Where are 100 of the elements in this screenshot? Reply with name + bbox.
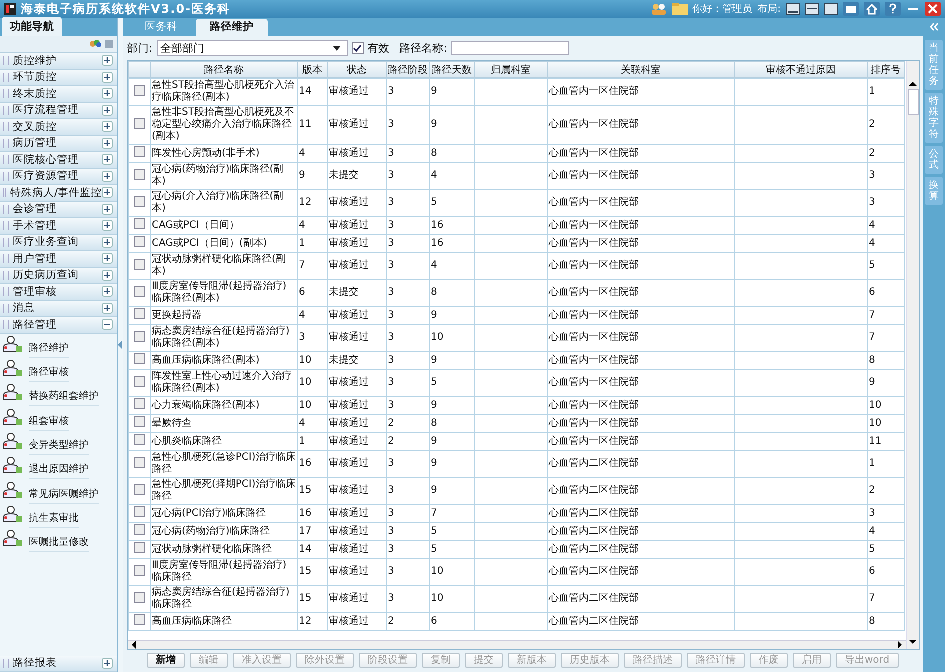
layout-icon[interactable] [805,3,819,15]
column-header[interactable]: 关联科室 [548,62,734,78]
row-checkbox[interactable] [134,84,145,96]
close-icon[interactable] [925,2,941,16]
row-checkbox[interactable] [134,258,145,270]
column-header[interactable]: 版本 [298,62,328,78]
row-checkbox[interactable] [134,196,145,206]
expand-icon[interactable] [102,236,113,248]
expand-icon[interactable] [102,302,113,314]
expand-icon[interactable] [102,55,113,66]
expand-icon[interactable] [102,253,113,264]
row-checkbox[interactable] [134,398,145,409]
sidebar-item[interactable]: 替换药组套维护 [29,389,99,406]
users-icon[interactable] [650,3,667,15]
column-header[interactable]: 路径天数 [430,62,474,78]
sidebar-group[interactable]: 医疗流程管理 [0,102,117,119]
row-checkbox[interactable] [134,564,145,576]
row-checkbox[interactable] [134,146,145,157]
row-checkbox[interactable] [134,416,145,427]
expand-icon[interactable] [102,187,113,198]
expand-icon[interactable] [102,72,113,83]
column-header[interactable]: 状态 [328,62,386,78]
column-header[interactable]: 排序号 [868,62,904,78]
expand-icon[interactable] [102,170,113,182]
layout-icon[interactable] [824,3,838,15]
row-checkbox[interactable] [134,434,145,445]
toolbar-button[interactable]: 新增 [147,652,185,668]
sidebar-group[interactable]: 医院核心管理 [0,152,117,168]
sidebar-group[interactable]: 终末质控 [0,86,117,102]
expand-icon[interactable] [102,220,113,232]
sidebar-group[interactable]: 用户管理 [0,251,117,268]
column-header[interactable]: 路径名称 [150,62,298,78]
row-checkbox[interactable] [134,506,145,517]
folder-icon[interactable] [672,3,688,15]
expand-icon[interactable] [102,104,113,116]
row-checkbox[interactable] [134,376,145,386]
row-checkbox[interactable] [134,308,145,319]
row-checkbox[interactable] [134,456,145,468]
row-checkbox[interactable] [134,286,145,296]
expand-icon[interactable] [102,88,113,100]
expand-icon[interactable] [102,658,113,669]
sidebar-group[interactable]: 路径管理 [0,317,117,334]
dept-dropdown[interactable]: 全部部门 [156,40,348,56]
expand-icon[interactable] [102,138,113,149]
sidebar-group[interactable]: 路径报表 [0,656,117,672]
expand-icon[interactable] [102,154,113,166]
tab[interactable]: 路径维护 [196,19,268,36]
row-checkbox[interactable] [134,236,145,247]
row-checkbox[interactable] [134,614,145,625]
sidebar-item[interactable]: 路径维护 [29,340,69,358]
table-cell: 心血管内一区住院部 [549,400,639,410]
sidebar-item[interactable]: 医嘱批量修改 [29,535,89,552]
table-cell: 9 [431,485,438,496]
expand-icon[interactable] [102,286,113,298]
sidebar-group[interactable]: 医疗业务查询 [0,234,117,251]
sidebar-group[interactable]: 消息 [0,300,117,317]
vertical-scrollbar[interactable] [906,61,919,649]
sidebar-group[interactable]: 环节质控 [0,70,117,86]
layout-icon[interactable] [786,3,800,15]
expand-icon[interactable] [102,270,113,281]
sidebar-group[interactable]: 病历管理 [0,136,117,152]
valid-checkbox[interactable] [352,42,364,54]
home-icon[interactable] [864,2,880,16]
sidebar-group[interactable]: 管理审核 [0,284,117,300]
column-header[interactable]: 路径阶段 [386,62,430,78]
collapse-icon[interactable] [102,319,113,330]
row-checkbox[interactable] [134,542,145,553]
sidebar-group[interactable]: 历史病历查询 [0,268,117,284]
row-checkbox[interactable] [134,218,145,229]
sidebar-item[interactable]: 路径审核 [29,365,69,382]
sidebar-item[interactable]: 抗生素审批 [29,510,79,528]
sidebar-item[interactable]: 变异类型维护 [29,438,89,455]
column-header[interactable]: 归属科室 [474,62,548,78]
row-checkbox[interactable] [134,168,145,180]
sidebar-group[interactable]: 特殊病人/事件监控 [0,185,117,202]
row-checkbox[interactable] [134,330,145,342]
table-cell: 心血管内一区住院部 [549,148,639,158]
sidebar-group[interactable]: 手术管理 [0,218,117,234]
table-cell: 3 [388,400,394,410]
name-field[interactable] [451,41,570,55]
horizontal-scrollbar[interactable] [128,640,906,649]
sidebar-group[interactable]: 交叉质控 [0,119,117,136]
row-checkbox[interactable] [134,484,145,494]
row-checkbox[interactable] [134,353,145,364]
expand-icon[interactable] [102,121,113,132]
row-checkbox[interactable] [134,118,145,128]
nav-tab[interactable]: 功能导航 [2,17,62,36]
row-checkbox[interactable] [134,592,145,602]
column-header[interactable]: 审核不通过原因 [734,62,868,78]
sidebar-item[interactable]: 常见病医嘱维护 [29,486,99,504]
sidebar-item[interactable]: 退出原因维护 [29,462,89,480]
caret-icon[interactable] [332,46,341,50]
palette-icon[interactable] [90,40,102,48]
expand-icon[interactable] [102,204,113,215]
sidebar-item[interactable]: 组套审核 [29,414,69,431]
help-icon[interactable] [885,2,901,16]
sidebar-group[interactable]: 医疗资源管理 [0,168,117,185]
row-checkbox[interactable] [134,524,145,535]
sidebar-group[interactable]: 会诊管理 [0,202,117,218]
sidebar-group[interactable]: 质控维护 [0,53,117,70]
